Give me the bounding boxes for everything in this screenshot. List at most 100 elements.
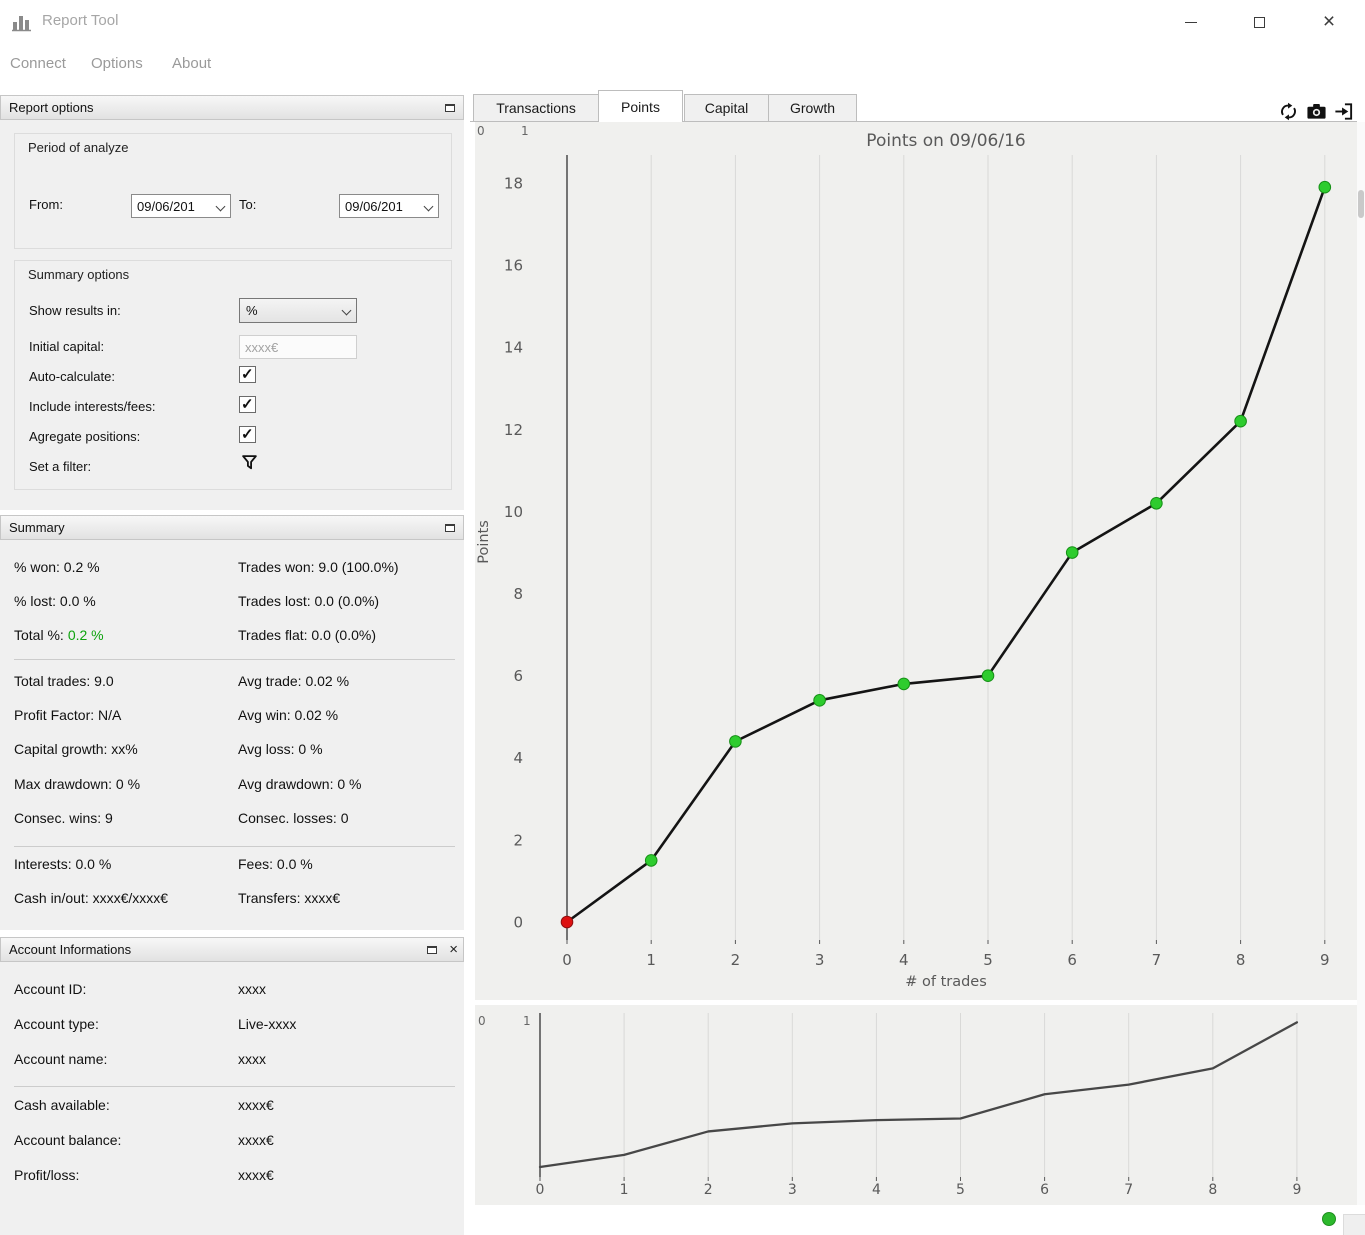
divider	[14, 846, 455, 847]
report-options-panel: Period of analyze From: 09/06/201 To: 09…	[0, 120, 464, 510]
float-panel-icon[interactable]	[427, 946, 437, 954]
summary-row: Interests: 0.0 % Fees: 0.0 %	[0, 856, 464, 878]
svg-text:7: 7	[1124, 1182, 1133, 1198]
menu-connect[interactable]: Connect	[10, 55, 66, 72]
set-filter-label: Set a filter:	[29, 459, 91, 474]
summary-stat: Trades won: 9.0 (100.0%)	[238, 559, 399, 575]
scale-label: 0	[478, 1014, 486, 1028]
summary-stat: Consec. losses: 0	[238, 810, 349, 826]
tab-growth[interactable]: Growth	[768, 94, 857, 122]
report-options-header[interactable]: Report options	[0, 95, 464, 120]
svg-text:0: 0	[536, 1182, 545, 1198]
summary-header[interactable]: Summary	[0, 515, 464, 540]
summary-stat: % lost: 0.0 %	[14, 593, 96, 609]
initial-capital-input[interactable]	[239, 335, 357, 359]
summary-stat: % won: 0.2 %	[14, 559, 100, 575]
show-results-label: Show results in:	[29, 303, 121, 318]
summary-stat: Consec. wins: 9	[14, 810, 113, 826]
filter-icon[interactable]	[241, 454, 258, 476]
include-interests-checkbox[interactable]	[239, 396, 256, 413]
to-date-select[interactable]: 09/06/201	[339, 194, 439, 218]
agregate-positions-checkbox[interactable]	[239, 426, 256, 443]
close-button[interactable]: ×	[1306, 6, 1352, 38]
svg-text:Points on 09/06/16: Points on 09/06/16	[866, 131, 1025, 151]
connection-status-dot	[1322, 1212, 1336, 1226]
auto-calculate-checkbox[interactable]	[239, 366, 256, 383]
menu-options[interactable]: Options	[91, 55, 143, 72]
vertical-scrollbar-track[interactable]	[1357, 122, 1365, 1205]
svg-text:2: 2	[731, 951, 741, 969]
scale-label: 1	[523, 1014, 531, 1028]
menu-about[interactable]: About	[172, 55, 211, 72]
tab-points[interactable]: Points	[598, 90, 683, 122]
minimize-button[interactable]	[1168, 6, 1214, 38]
summary-row: Total trades: 9.0 Avg trade: 0.02 %	[0, 673, 464, 695]
summary-row: Max drawdown: 0 % Avg drawdown: 0 %	[0, 776, 464, 798]
screenshot-icon[interactable]	[1306, 101, 1327, 122]
summary-stat: Total trades: 9.0	[14, 673, 114, 689]
svg-text:5: 5	[983, 951, 993, 969]
points-line-chart: 0123456789024681012141618Points on 09/06…	[475, 122, 1357, 1000]
svg-text:8: 8	[513, 585, 523, 603]
svg-text:3: 3	[788, 1182, 797, 1198]
scale-label: 0	[477, 124, 485, 138]
svg-text:5: 5	[956, 1182, 965, 1198]
refresh-icon[interactable]	[1278, 101, 1299, 122]
export-icon[interactable]	[1333, 101, 1354, 122]
auto-calculate-label: Auto-calculate:	[29, 369, 115, 384]
svg-text:Points: Points	[476, 520, 492, 564]
svg-text:2: 2	[513, 831, 523, 849]
app-icon	[10, 10, 34, 34]
summary-row: Consec. wins: 9 Consec. losses: 0	[0, 810, 464, 832]
maximize-icon	[1254, 17, 1265, 28]
svg-text:0: 0	[513, 913, 523, 931]
float-panel-icon[interactable]	[445, 524, 455, 532]
divider	[14, 1086, 455, 1087]
summary-stat: Fees: 0.0 %	[238, 856, 313, 872]
chevron-down-icon	[216, 202, 226, 212]
include-interests-label: Include interests/fees:	[29, 399, 155, 414]
summary-stat: Avg win: 0.02 %	[238, 707, 338, 723]
summary-stat: Avg trade: 0.02 %	[238, 673, 349, 689]
show-results-select[interactable]: %	[239, 298, 357, 323]
svg-text:18: 18	[504, 175, 523, 193]
vertical-scrollbar-thumb[interactable]	[1358, 190, 1364, 218]
panel-title: Account Informations	[9, 942, 131, 957]
close-panel-icon[interactable]: ×	[449, 941, 458, 959]
svg-text:6: 6	[1067, 951, 1077, 969]
account-row: Account type: Live-xxxx	[0, 1016, 464, 1038]
summary-stat: Cash in/out: xxxx€/xxxx€	[14, 890, 168, 906]
navigator-line-chart: 0123456789	[475, 1005, 1357, 1205]
chevron-down-icon	[342, 306, 352, 316]
agregate-positions-label: Agregate positions:	[29, 429, 140, 444]
account-row: Account balance: xxxx€	[0, 1132, 464, 1154]
tab-capital[interactable]: Capital	[684, 94, 769, 122]
from-date-select[interactable]: 09/06/201	[131, 194, 231, 218]
divider	[14, 659, 455, 660]
summary-stat: Capital growth: xx%	[14, 741, 138, 757]
account-row: Cash available: xxxx€	[0, 1097, 464, 1119]
tab-transactions[interactable]: Transactions	[473, 94, 599, 122]
to-label: To:	[239, 197, 256, 212]
summary-panel: % won: 0.2 % Trades won: 9.0 (100.0%) % …	[0, 540, 464, 930]
svg-text:8: 8	[1236, 951, 1246, 969]
svg-text:14: 14	[504, 339, 523, 357]
float-panel-icon[interactable]	[445, 104, 455, 112]
account-row: Account name: xxxx	[0, 1051, 464, 1073]
account-row: Account ID: xxxx	[0, 981, 464, 1003]
maximize-button[interactable]	[1236, 6, 1282, 38]
points-chart-panel: 0 1 0123456789024681012141618Points on 0…	[475, 122, 1357, 1000]
svg-text:16: 16	[504, 257, 523, 275]
minimize-icon	[1185, 22, 1197, 23]
chevron-down-icon	[424, 202, 434, 212]
svg-text:12: 12	[504, 421, 523, 439]
summary-row: Capital growth: xx% Avg loss: 0 %	[0, 741, 464, 763]
panel-title: Summary	[9, 520, 65, 535]
initial-capital-label: Initial capital:	[29, 339, 104, 354]
account-informations-header[interactable]: Account Informations ×	[0, 937, 464, 962]
svg-text:3: 3	[815, 951, 825, 969]
svg-text:6: 6	[513, 667, 523, 685]
svg-text:10: 10	[504, 503, 523, 521]
scrollbar-corner	[1343, 1214, 1365, 1235]
svg-text:4: 4	[899, 951, 909, 969]
